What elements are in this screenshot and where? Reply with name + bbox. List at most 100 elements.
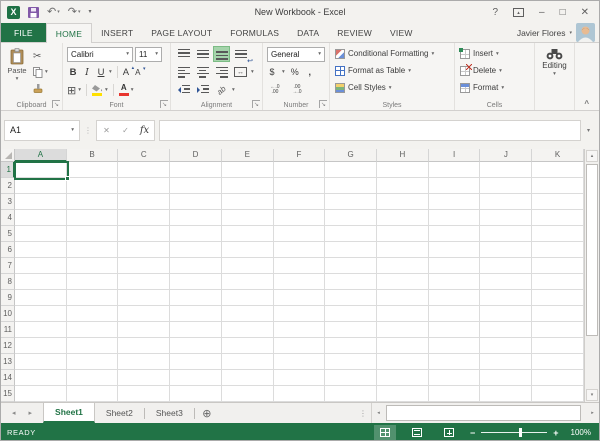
cell-f3[interactable]: [274, 194, 326, 210]
select-all-button[interactable]: [1, 149, 15, 162]
page-break-preview-button[interactable]: [438, 425, 460, 440]
format-painter-button[interactable]: [31, 81, 48, 95]
next-sheet-button[interactable]: ▸: [29, 409, 33, 417]
account-area[interactable]: Javier Flores ▾: [517, 23, 599, 42]
column-header-g[interactable]: G: [325, 149, 377, 162]
align-right-button[interactable]: [213, 64, 230, 80]
scroll-down-button[interactable]: ▾: [586, 389, 598, 401]
conditional-formatting-button[interactable]: Conditional Formatting ▾: [332, 45, 452, 62]
zoom-slider-thumb[interactable]: [519, 428, 522, 437]
cell-b6[interactable]: [67, 242, 119, 258]
top-align-button[interactable]: [175, 46, 192, 62]
cell-g11[interactable]: [325, 322, 377, 338]
tab-bar-dots[interactable]: ⋮: [355, 403, 371, 423]
cell-g2[interactable]: [325, 178, 377, 194]
cell-b11[interactable]: [67, 322, 119, 338]
cell-i12[interactable]: [429, 338, 481, 354]
cell-e10[interactable]: [222, 306, 274, 322]
collapse-ribbon-button[interactable]: ^: [584, 99, 589, 108]
cell-a9[interactable]: [15, 290, 67, 306]
undo-dropdown-icon[interactable]: ▾: [57, 10, 60, 15]
column-header-c[interactable]: C: [118, 149, 170, 162]
cell-b9[interactable]: [67, 290, 119, 306]
redo-dropdown-icon[interactable]: ▾: [78, 10, 81, 15]
cell-j12[interactable]: [480, 338, 532, 354]
cell-a6[interactable]: [15, 242, 67, 258]
cell-h12[interactable]: [377, 338, 429, 354]
cell-k9[interactable]: [532, 290, 584, 306]
row-header-1[interactable]: 1: [1, 162, 15, 178]
row-header-14[interactable]: 14: [1, 370, 15, 386]
cell-j1[interactable]: [480, 162, 532, 178]
orientation-dropdown-icon[interactable]: ▾: [232, 87, 235, 93]
cell-f7[interactable]: [274, 258, 326, 274]
cell-c13[interactable]: [118, 354, 170, 370]
percent-style-button[interactable]: %: [290, 67, 300, 77]
cell-d6[interactable]: [170, 242, 222, 258]
tab-home[interactable]: HOME: [46, 23, 92, 43]
cell-f15[interactable]: [274, 386, 326, 402]
expand-formula-bar-button[interactable]: ▾: [581, 127, 596, 134]
insert-function-button[interactable]: fx: [135, 125, 154, 136]
cell-k1[interactable]: [532, 162, 584, 178]
cell-e2[interactable]: [222, 178, 274, 194]
cell-f13[interactable]: [274, 354, 326, 370]
fill-color-dropdown-icon[interactable]: ▾: [105, 87, 108, 93]
increase-decimal-button[interactable]: ←.0.00: [267, 85, 283, 95]
cell-b4[interactable]: [67, 210, 119, 226]
cell-c11[interactable]: [118, 322, 170, 338]
merge-center-button[interactable]: ↔: [232, 64, 249, 80]
cell-d1[interactable]: [170, 162, 222, 178]
cell-j2[interactable]: [480, 178, 532, 194]
cell-b13[interactable]: [67, 354, 119, 370]
cell-e3[interactable]: [222, 194, 274, 210]
cell-g12[interactable]: [325, 338, 377, 354]
cell-j10[interactable]: [480, 306, 532, 322]
cell-f10[interactable]: [274, 306, 326, 322]
avatar[interactable]: [576, 23, 595, 42]
cell-a8[interactable]: [15, 274, 67, 290]
borders-button[interactable]: ⊞: [67, 84, 76, 97]
row-header-3[interactable]: 3: [1, 194, 15, 210]
cell-j14[interactable]: [480, 370, 532, 386]
tab-view[interactable]: VIEW: [381, 23, 422, 42]
row-header-13[interactable]: 13: [1, 354, 15, 370]
number-dialog-launcher-icon[interactable]: ↘: [319, 100, 327, 108]
cell-a14[interactable]: [15, 370, 67, 386]
cell-j7[interactable]: [480, 258, 532, 274]
cell-g4[interactable]: [325, 210, 377, 226]
cell-b14[interactable]: [67, 370, 119, 386]
column-header-d[interactable]: D: [170, 149, 222, 162]
column-header-b[interactable]: B: [67, 149, 119, 162]
cell-i4[interactable]: [429, 210, 481, 226]
sheet-tab-sheet1[interactable]: Sheet1: [43, 403, 95, 423]
column-header-j[interactable]: J: [480, 149, 532, 162]
cell-e9[interactable]: [222, 290, 274, 306]
cell-i15[interactable]: [429, 386, 481, 402]
row-header-9[interactable]: 9: [1, 290, 15, 306]
cell-h7[interactable]: [377, 258, 429, 274]
horizontal-scroll-track[interactable]: [385, 403, 586, 423]
cell-c3[interactable]: [118, 194, 170, 210]
maximize-button[interactable]: □: [560, 7, 566, 18]
cell-e12[interactable]: [222, 338, 274, 354]
cell-j11[interactable]: [480, 322, 532, 338]
format-as-table-button[interactable]: Format as Table ▾: [332, 62, 452, 79]
cell-i6[interactable]: [429, 242, 481, 258]
row-header-11[interactable]: 11: [1, 322, 15, 338]
cell-d12[interactable]: [170, 338, 222, 354]
cell-k10[interactable]: [532, 306, 584, 322]
format-cells-button[interactable]: Format ▾: [457, 79, 532, 96]
cell-c4[interactable]: [118, 210, 170, 226]
cell-f6[interactable]: [274, 242, 326, 258]
cell-a12[interactable]: [15, 338, 67, 354]
tab-data[interactable]: DATA: [288, 23, 328, 42]
alignment-dialog-launcher-icon[interactable]: ↘: [252, 100, 260, 108]
zoom-out-button[interactable]: −: [470, 428, 475, 438]
row-header-8[interactable]: 8: [1, 274, 15, 290]
cell-g3[interactable]: [325, 194, 377, 210]
cell-a10[interactable]: [15, 306, 67, 322]
cell-e1[interactable]: [222, 162, 274, 178]
decrease-decimal-button[interactable]: .00→.0: [289, 85, 305, 95]
cell-b8[interactable]: [67, 274, 119, 290]
